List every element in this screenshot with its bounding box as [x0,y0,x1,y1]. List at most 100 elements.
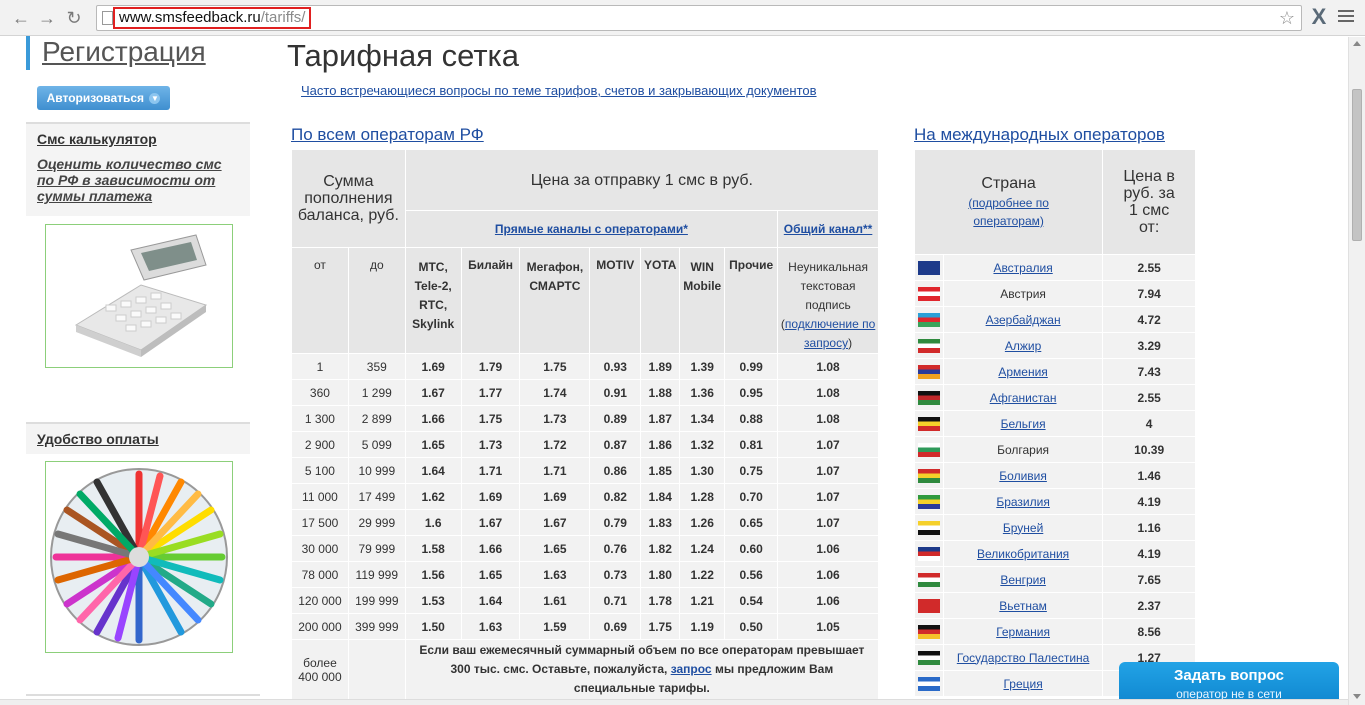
rf-header-common-note-text: Неуникальная текстовая подпись [788,260,868,312]
rf-cell-price: 1.19 [679,613,726,640]
rf-cell-price: 0.95 [724,379,779,406]
intl-cell-flag [914,384,944,411]
intl-header-more-link[interactable]: (подробнее по операторам) [954,194,1064,230]
intl-cell-country: Венгрия [942,566,1104,593]
rf-cell-price: 0.89 [589,405,642,432]
rf-cell-to: 10 999 [347,457,406,484]
rf-header-to: до [347,247,406,354]
rf-cell-price: 1.08 [777,379,879,406]
flag-icon [917,390,940,405]
rf-header-op-1: Билайн [460,247,521,354]
rf-cell-price: 1.06 [777,587,879,614]
rf-cell-price: 1.6 [404,509,462,536]
rf-cell-price: 1.83 [640,509,681,536]
intl-cell-flag [914,488,944,515]
rf-table-row: 360 1 299 1.67 1.77 1.74 0.91 1.88 1.36 0.95 1.08 [291,379,879,406]
rf-table-row: 30 000 79 999 1.58 1.66 1.65 0.76 1.82 1.24 0.60… [291,535,879,562]
intl-cell-flag [914,618,944,645]
rf-cell-price: 1.80 [640,561,681,588]
payment-box: Удобство оплаты [26,422,250,454]
country-link[interactable]: Боливия [999,469,1047,483]
intl-operators-link[interactable]: На международных операторов [914,125,1165,145]
page-title: Тарифная сетка [287,38,520,73]
rf-table-row: 2 900 5 099 1.65 1.73 1.72 0.87 1.86 1.32 0.81 1.… [291,431,879,458]
menu-icon[interactable] [1338,10,1354,24]
rf-cell-from: 30 000 [291,535,349,562]
rf-cell-price: 0.87 [589,431,642,458]
rf-special-offer-link[interactable]: запрос [671,662,712,676]
rf-cell-price: 1.88 [640,379,681,406]
forward-icon[interactable]: → [36,7,58,29]
intl-cell-country: Азербайджан [942,306,1104,333]
country-name: Болгария [997,442,1050,457]
rf-table-row: 1 300 2 899 1.66 1.75 1.73 0.89 1.87 1.34 0.88 1.… [291,405,879,432]
rf-cell-price: 1.66 [404,405,462,432]
rf-cell-price: 1.75 [640,613,681,640]
country-link[interactable]: Венгрия [1000,573,1046,587]
rf-cell-price: 1.22 [679,561,726,588]
rf-cell-price: 1.75 [460,405,521,432]
rf-header-direct-link[interactable]: Прямые каналы с операторами* [495,222,688,236]
intl-cell-price: 7.65 [1102,566,1196,593]
payment-heading[interactable]: Удобство оплаты [26,424,250,454]
rf-operators-link[interactable]: По всем операторам РФ [291,125,484,145]
rf-cell-price: 0.60 [724,535,779,562]
country-link[interactable]: Армения [998,365,1047,379]
intl-table-row: Бельгия 4 [914,410,1196,437]
flag-icon [917,312,940,327]
scroll-thumb[interactable] [1352,89,1362,241]
rf-cell-price: 1.69 [404,353,462,380]
intl-cell-flag [914,514,944,541]
intl-table-row: Афганистан 2.55 [914,384,1196,411]
intl-header-country-label: Страна [981,174,1036,192]
faq-link[interactable]: Часто встречающиеся вопросы по теме тари… [301,83,817,98]
country-link[interactable]: Бельгия [1001,417,1046,431]
intl-cell-flag [914,670,944,697]
reload-icon[interactable]: ↻ [63,7,85,29]
country-link[interactable]: Государство Палестина [957,651,1090,665]
intl-cell-country: Государство Палестина [942,644,1104,671]
address-bar[interactable]: www.smsfeedback.ru/tariffs/ ☆ [96,5,1302,31]
rf-cell-price: 1.85 [640,457,681,484]
auth-button[interactable]: Авторизоваться ▼ [37,86,170,110]
extension-x-icon[interactable]: X [1308,4,1330,30]
country-link[interactable]: Бразилия [996,495,1050,509]
flag-icon [917,494,940,509]
url-text[interactable]: www.smsfeedback.ru/tariffs/ [113,7,312,29]
rf-cell-to: 359 [347,353,406,380]
intl-cell-country: Армения [942,358,1104,385]
register-link[interactable]: Регистрация [26,36,206,70]
back-icon[interactable]: ← [10,7,32,29]
rf-cell-price: 1.08 [777,353,879,380]
country-link[interactable]: Бруней [1003,521,1043,535]
country-link[interactable]: Афганистан [990,391,1057,405]
rf-cell-to: 399 999 [347,613,406,640]
vertical-scrollbar[interactable] [1348,37,1365,705]
calculator-icon [74,234,208,357]
rf-cell-price: 1.53 [404,587,462,614]
country-link[interactable]: Великобритания [977,547,1069,561]
rf-cell-price: 1.67 [519,509,591,536]
country-link[interactable]: Греция [1003,677,1042,691]
flag-icon [917,598,940,613]
scroll-up-icon[interactable] [1353,41,1361,46]
rf-cell-price: 1.65 [404,431,462,458]
intl-cell-price: 1.16 [1102,514,1196,541]
country-link[interactable]: Алжир [1005,339,1041,353]
country-link[interactable]: Вьетнам [999,599,1047,613]
country-link[interactable]: Австралия [993,261,1052,275]
rf-header-common-link[interactable]: Общий канал** [784,222,873,236]
calc-heading[interactable]: Смс калькулятор [26,124,250,154]
calc-link[interactable]: Оценить количество смс по РФ в зависимос… [26,154,250,210]
rf-table-row: 200 000 399 999 1.50 1.63 1.59 0.69 1.75 1.19 0.… [291,613,879,640]
country-link[interactable]: Азербайджан [986,313,1061,327]
rf-tariff-table: Сумма пополнения баланса, руб. Цена за о… [291,149,880,700]
chat-title: Задать вопрос [1173,667,1285,684]
intl-cell-price: 2.55 [1102,254,1196,281]
rf-header-common-note-link[interactable]: подключение по запросу [785,317,875,350]
country-link[interactable]: Германия [996,625,1050,639]
intl-cell-flag [914,592,944,619]
bookmark-star-icon[interactable]: ☆ [1279,8,1295,28]
scroll-down-icon[interactable] [1353,694,1361,699]
rf-cell-from: 17 500 [291,509,349,536]
